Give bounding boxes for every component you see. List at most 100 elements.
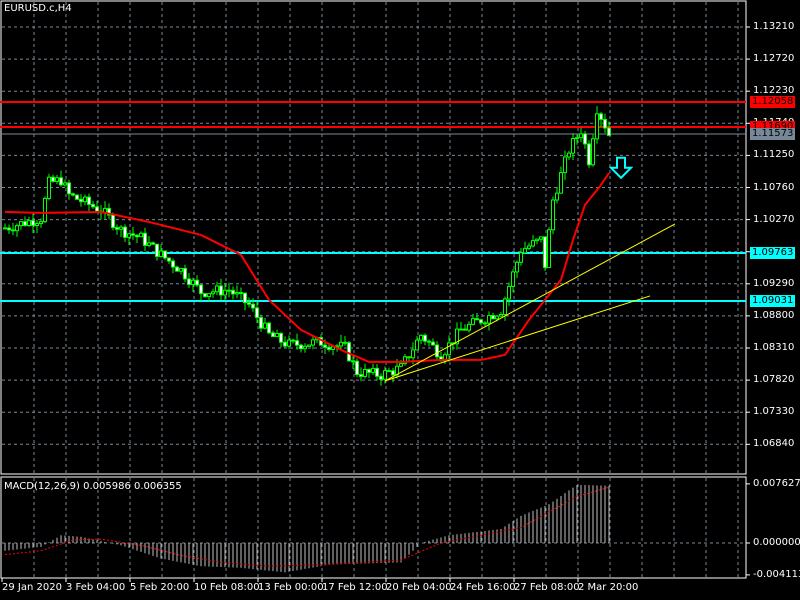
candle-body xyxy=(151,242,155,245)
candle-body xyxy=(191,279,195,286)
candle-body xyxy=(327,346,331,350)
candle-body xyxy=(11,229,15,232)
candle-body xyxy=(507,285,511,300)
candle-body xyxy=(463,328,467,331)
price-tick-label: 1.12230 xyxy=(753,85,795,97)
candle-body xyxy=(499,314,503,317)
candle-body xyxy=(159,250,163,257)
candle-body xyxy=(283,341,287,347)
time-tick-label: 10 Feb 08:00 xyxy=(194,582,260,593)
candle-body xyxy=(539,236,543,240)
candle-body xyxy=(295,340,299,346)
candle-body xyxy=(387,370,391,373)
candle-body xyxy=(275,332,279,338)
candle-body xyxy=(63,182,67,186)
candle-body xyxy=(251,303,255,309)
candle-body xyxy=(227,289,231,292)
candle-body xyxy=(7,227,11,231)
candle-body xyxy=(291,339,295,342)
candle-body xyxy=(43,197,47,223)
candle-body xyxy=(323,344,327,348)
price-tick-label: 1.09290 xyxy=(753,277,795,289)
candle-body xyxy=(67,182,71,195)
macd-signal-line xyxy=(4,486,610,567)
candle-body xyxy=(595,113,599,140)
candle-body xyxy=(495,315,499,320)
candle-body xyxy=(563,156,567,174)
candle-body xyxy=(203,293,207,298)
candle-body xyxy=(579,133,583,139)
candle-body xyxy=(51,176,55,182)
candle-body xyxy=(239,292,243,295)
candle-body xyxy=(543,236,547,268)
arrow-down-icon xyxy=(608,156,634,180)
candle-body xyxy=(271,332,275,338)
time-tick-label: 2 Mar 20:00 xyxy=(578,582,639,593)
candle-body xyxy=(567,152,571,158)
time-tick-label: 24 Feb 16:00 xyxy=(450,582,516,593)
candle-body xyxy=(39,221,43,225)
candle-body xyxy=(371,367,375,373)
candle-body xyxy=(47,176,51,199)
candle-body xyxy=(247,302,251,305)
candle-body xyxy=(535,238,539,242)
candle-body xyxy=(179,267,183,272)
candle-body xyxy=(531,240,535,247)
candle-body xyxy=(131,233,135,236)
candle-body xyxy=(91,203,95,208)
candle-body xyxy=(575,137,579,140)
candle-body xyxy=(487,315,491,324)
candle-body xyxy=(27,220,31,227)
time-tick-label: 20 Feb 04:00 xyxy=(386,582,452,593)
candle-body xyxy=(243,292,247,304)
candle-body xyxy=(391,370,395,376)
candle-body xyxy=(207,293,211,298)
candle-body xyxy=(479,319,483,324)
time-tick-label: 17 Feb 12:00 xyxy=(322,582,388,593)
candle-body xyxy=(571,138,575,154)
candle-body xyxy=(211,291,215,295)
candle-body xyxy=(527,245,531,249)
candle-body xyxy=(35,223,39,226)
candle-body xyxy=(307,344,311,347)
candle-body xyxy=(483,322,487,325)
candle-body xyxy=(363,368,367,377)
price-tick-label: 1.13210 xyxy=(753,21,795,32)
candle-body xyxy=(155,243,159,257)
candle-body xyxy=(379,375,383,380)
candle-body xyxy=(547,229,551,268)
candle-body xyxy=(23,221,27,227)
candle-body xyxy=(435,344,439,358)
candle-body xyxy=(583,133,587,145)
candle-body xyxy=(559,172,563,194)
level-label-support: 1.09763 xyxy=(750,247,796,259)
candle-body xyxy=(383,370,387,380)
candle-body xyxy=(215,285,219,293)
price-chart[interactable] xyxy=(0,0,800,600)
candle-body xyxy=(31,220,35,226)
candle-body xyxy=(79,198,83,203)
candle-body xyxy=(399,363,403,367)
candle-body xyxy=(223,289,227,296)
candle-body xyxy=(59,177,63,186)
candle-body xyxy=(267,322,271,334)
candle-body xyxy=(415,339,419,351)
candle-body xyxy=(171,260,175,268)
candle-body xyxy=(475,318,479,321)
candle-body xyxy=(111,214,115,229)
candle-body xyxy=(95,206,99,212)
candle-body xyxy=(195,279,199,286)
candle-body xyxy=(259,317,263,329)
candle-body xyxy=(115,227,119,230)
time-tick-label: 27 Feb 08:00 xyxy=(514,582,580,593)
candle-body xyxy=(175,266,179,272)
candle-body xyxy=(355,360,359,376)
macd-title: MACD(12,26,9) 0.005986 0.006355 xyxy=(4,481,182,492)
candle-body xyxy=(287,339,291,347)
price-tick-label: 1.10760 xyxy=(753,181,795,193)
candle-body xyxy=(519,252,523,263)
candle-body xyxy=(375,367,379,377)
candle-body xyxy=(83,196,87,203)
macd-tick-label: 0.000000 xyxy=(753,537,800,548)
candle-body xyxy=(411,349,415,359)
